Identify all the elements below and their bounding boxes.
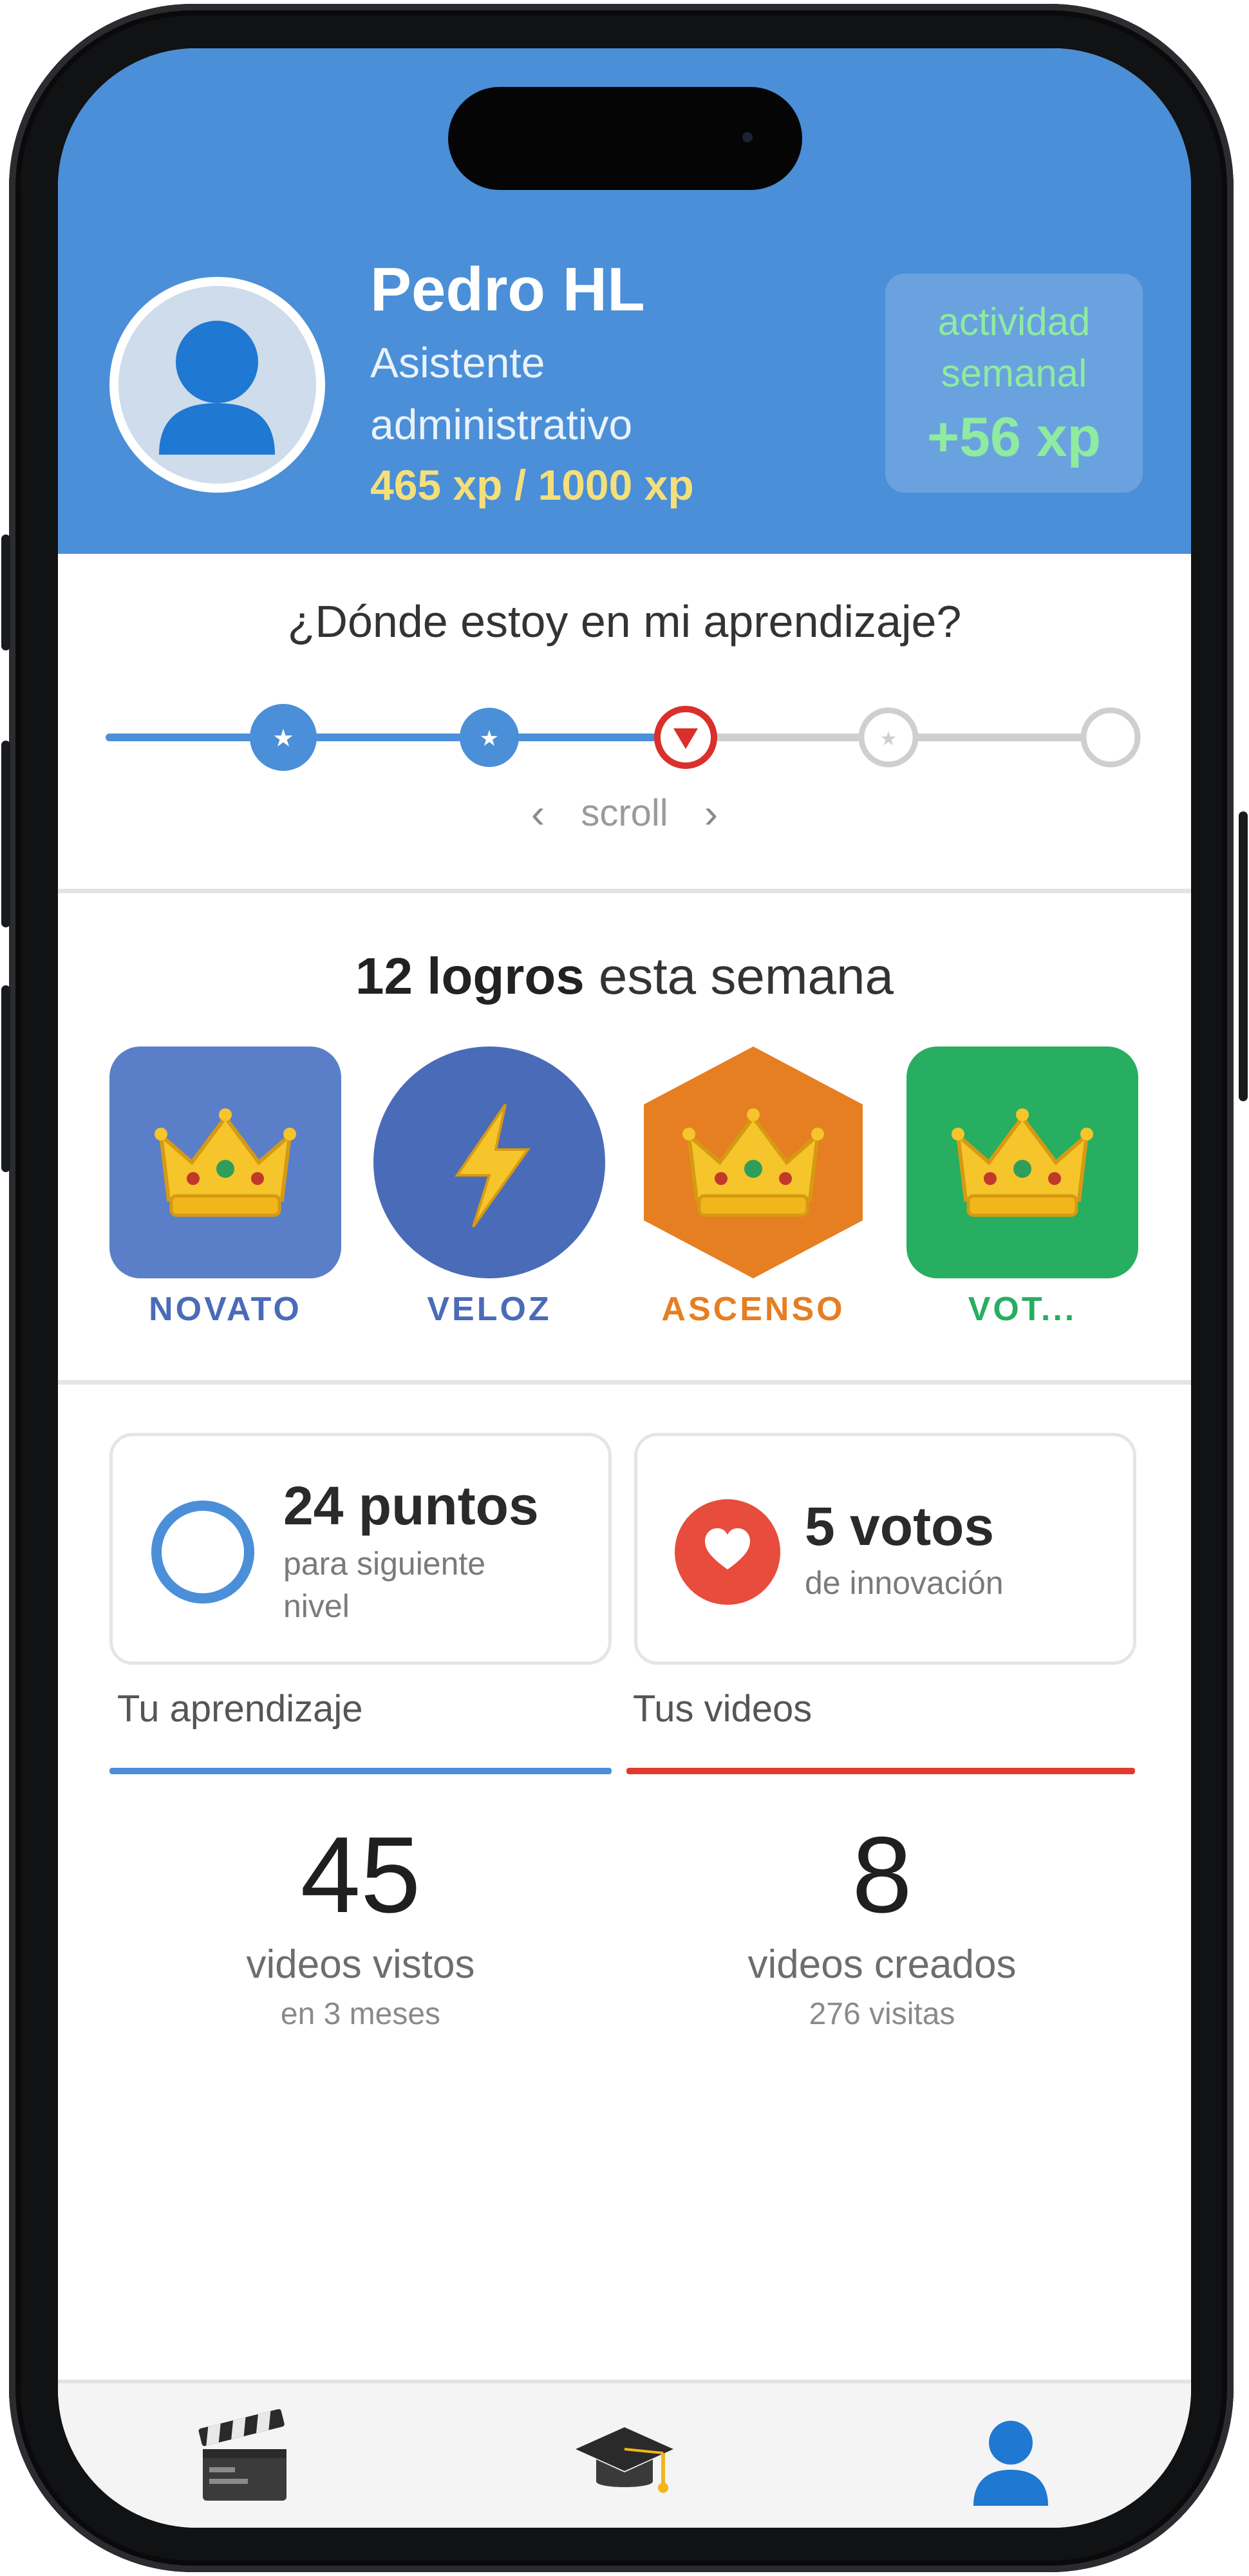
star-icon: ★ <box>272 724 294 752</box>
videos-bar <box>626 1768 1135 1774</box>
achievements-count: 12 logros <box>355 947 585 1005</box>
ring-icon <box>151 1501 254 1604</box>
crown-icon <box>155 1108 296 1217</box>
badge-novato[interactable] <box>109 1046 341 1278</box>
power-button <box>1239 811 1248 1101</box>
videos-watched-period: en 3 meses <box>280 1997 441 2031</box>
learning-bar <box>109 1768 612 1774</box>
path-step-5[interactable] <box>1080 707 1141 768</box>
achievements-title: 12 logros esta semana <box>58 947 1191 1006</box>
section-divider <box>58 1380 1191 1385</box>
path-step-2[interactable]: ★ <box>460 708 519 767</box>
videos-created-label: videos creados <box>747 1942 1017 1987</box>
bottom-nav <box>58 2380 1191 2528</box>
chevron-right-icon[interactable]: › <box>704 790 718 837</box>
lightning-icon <box>455 1103 531 1228</box>
user-name: Pedro HL <box>370 255 645 324</box>
points-title: 24 puntos <box>283 1475 539 1536</box>
weekly-activity-label: actividad semanal <box>937 300 1091 395</box>
learning-path-track[interactable]: ★ ★ ★ <box>58 699 1191 776</box>
learning-path-title: ¿Dónde estoy en mi aprendizaje? <box>287 596 962 647</box>
badge-label: NOVATO <box>149 1291 302 1328</box>
badge-veloz[interactable] <box>373 1046 605 1278</box>
path-step-1[interactable]: ★ <box>250 704 317 771</box>
badge-votos[interactable] <box>906 1046 1138 1278</box>
achievements-title-rest: esta semana <box>584 947 894 1005</box>
learning-label: Tu aprendizaje <box>117 1688 363 1730</box>
action-button <box>1 535 10 650</box>
scroll-hint[interactable]: ‹ scroll › <box>58 789 1191 837</box>
clapperboard-icon <box>198 2409 286 2501</box>
votes-subtitle: de innovación <box>805 1565 1004 1601</box>
chevron-left-icon[interactable]: ‹ <box>531 790 545 837</box>
votes-card[interactable]: 5 votos de innovación <box>634 1433 1136 1665</box>
scroll-label: scroll <box>581 792 668 835</box>
videos-watched-label: videos vistos <box>246 1942 475 1987</box>
nav-videos[interactable] <box>177 2409 306 2512</box>
path-step-current[interactable] <box>654 706 717 769</box>
weekly-activity-value: +56 xp <box>926 406 1102 468</box>
videos-created-count: 8 <box>852 1814 912 1935</box>
user-silhouette-icon <box>118 286 316 484</box>
star-icon: ★ <box>480 726 499 752</box>
heart-icon <box>675 1499 780 1605</box>
videos-watched-count: 45 <box>300 1814 421 1935</box>
points-card[interactable]: 24 puntos para siguiente nivel <box>109 1433 612 1665</box>
badge-label: VELOZ <box>427 1291 552 1328</box>
graduation-cap-icon <box>576 2427 673 2493</box>
app-screen: Pedro HL Asistente administrativo 465 xp… <box>58 48 1191 2528</box>
badge-label: VOT... <box>968 1291 1077 1328</box>
crown-icon <box>952 1108 1093 1217</box>
points-subtitle: para siguiente nivel <box>283 1546 486 1624</box>
volume-up-button <box>1 741 10 927</box>
star-icon: ★ <box>880 728 897 750</box>
videos-label: Tus videos <box>633 1688 812 1730</box>
user-icon <box>973 2421 1048 2506</box>
nav-profile[interactable] <box>946 2409 1075 2512</box>
front-camera <box>742 132 753 142</box>
section-divider <box>58 889 1191 893</box>
avatar[interactable] <box>109 277 325 493</box>
videos-views: 276 visitas <box>809 1997 955 2031</box>
user-xp-progress: 465 xp / 1000 xp <box>370 461 694 509</box>
path-step-4[interactable]: ★ <box>858 707 919 768</box>
badge-ascenso[interactable] <box>637 1040 869 1285</box>
nav-learning[interactable] <box>560 2409 689 2512</box>
volume-down-button <box>1 985 10 1172</box>
user-role: Asistente administrativo <box>370 339 633 448</box>
badge-label: ASCENSO <box>661 1291 845 1328</box>
votes-title: 5 votos <box>805 1496 995 1557</box>
weekly-activity-card[interactable]: actividad semanal +56 xp <box>885 274 1143 493</box>
